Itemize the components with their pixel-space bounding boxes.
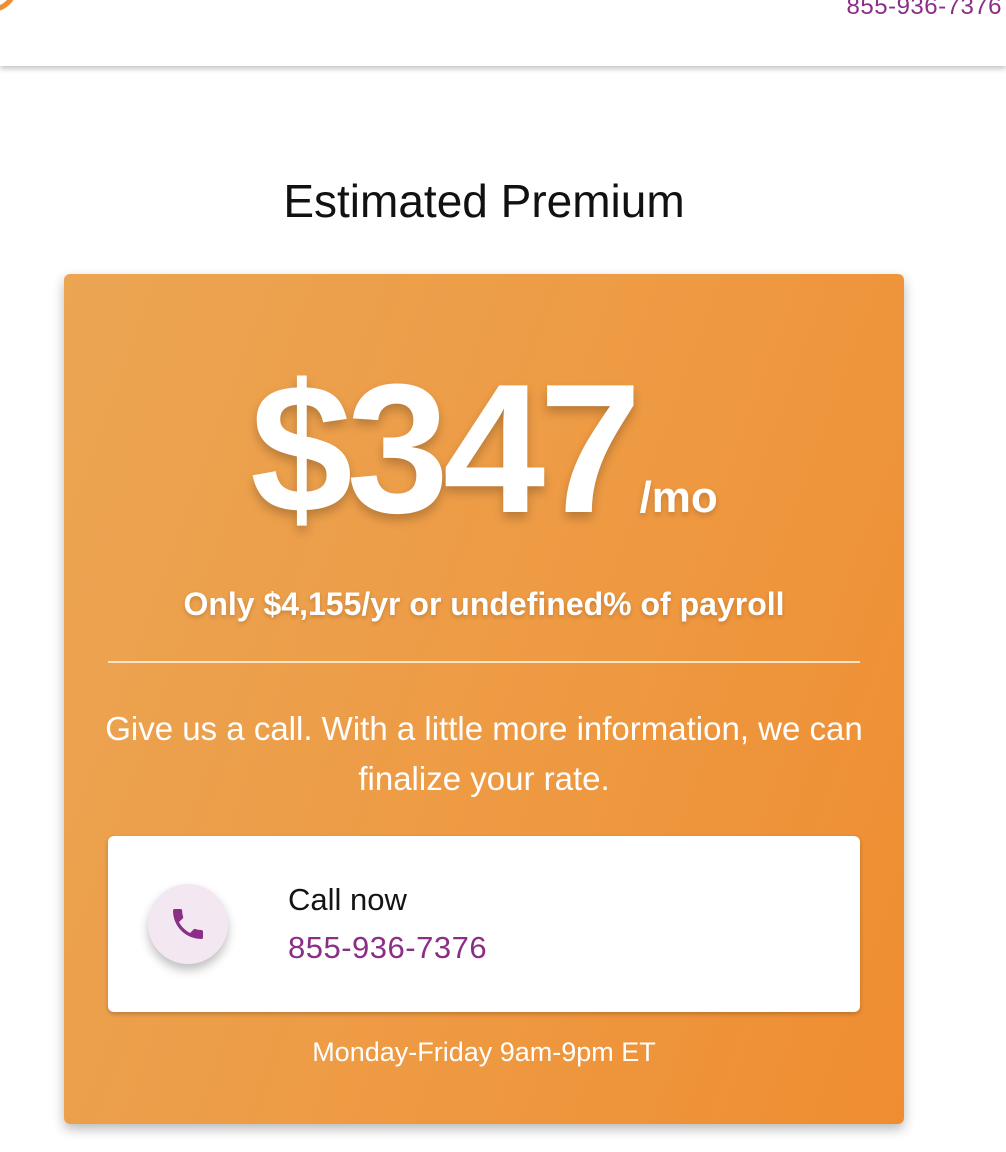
business-hours: Monday-Friday 9am-9pm ET [312,1037,656,1067]
call-now-label: Call now [288,882,407,917]
logo[interactable] [0,0,18,12]
call-now-card[interactable]: Call now 855-936-7376 [108,836,860,1012]
header-phone-link[interactable]: 855-936-7376 [847,0,1002,21]
monthly-premium: $347 [250,345,641,551]
page-title: Estimated Premium [283,175,685,227]
premium-card: $347/mo Only $4,155/yr or undefined% of … [64,274,904,1124]
call-phone-link[interactable]: 855-936-7376 [288,928,487,968]
callout-text: Give us a call. With a little more infor… [105,710,863,797]
period-label: /mo [639,473,718,522]
annual-premium-text: Only $4,155/yr or undefined% of payroll [183,586,785,622]
site-header: 855-936-7376 [0,0,1006,66]
price-display: $347/mo [64,352,904,544]
divider [108,661,860,663]
phone-icon[interactable] [148,884,228,964]
